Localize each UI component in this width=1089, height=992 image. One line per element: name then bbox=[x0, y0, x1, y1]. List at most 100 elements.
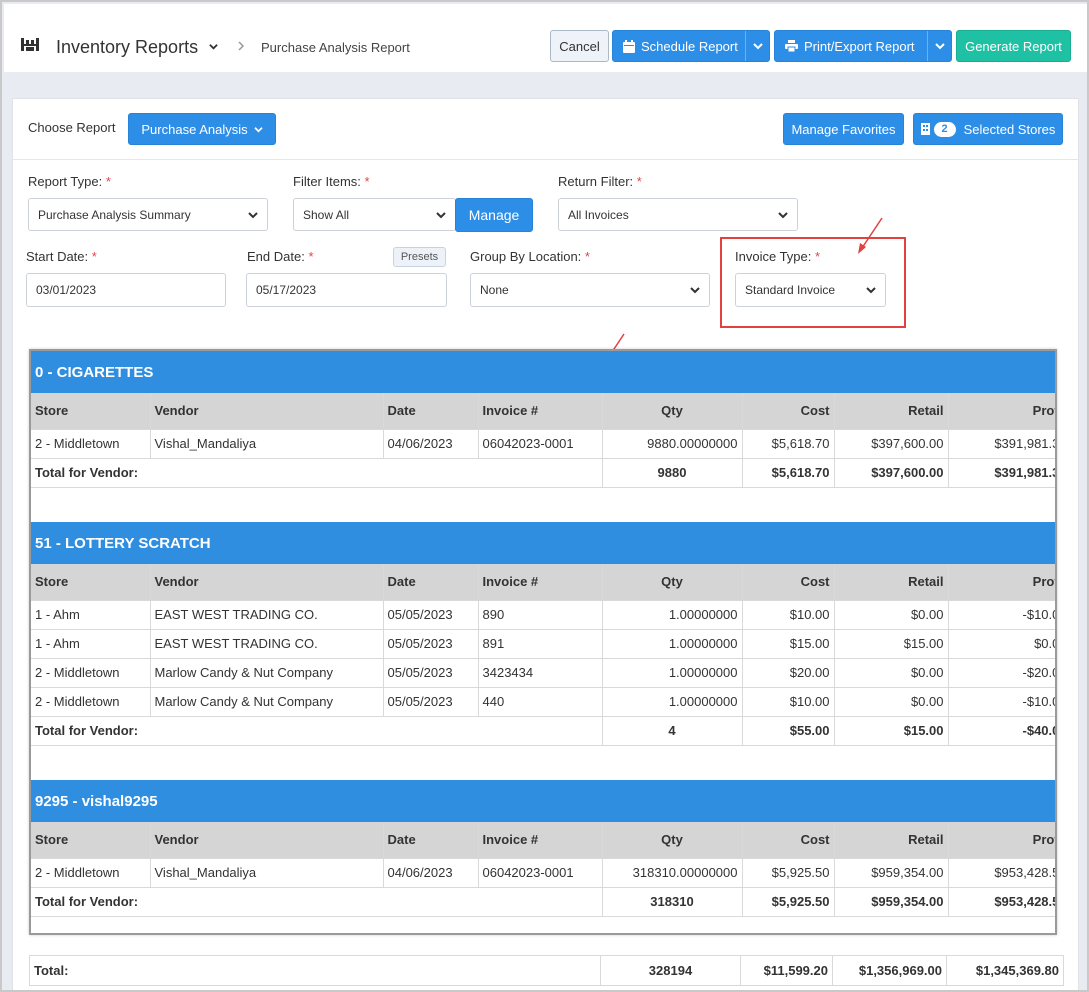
cell-retail: $0.00 bbox=[834, 600, 949, 630]
column-header-qty[interactable]: Qty bbox=[602, 393, 743, 430]
column-header-profit[interactable]: Profit bbox=[948, 564, 1055, 601]
page-title[interactable]: Inventory Reports bbox=[56, 37, 198, 58]
vendor-total-profit: $391,981.30 bbox=[948, 458, 1055, 488]
column-header-profit[interactable]: Profit bbox=[948, 393, 1055, 430]
end-date-input[interactable]: 05/17/2023 bbox=[246, 273, 447, 307]
breadcrumb: Purchase Analysis Report bbox=[261, 40, 410, 55]
divider bbox=[13, 159, 1078, 160]
filter-items-label: Filter Items: * bbox=[293, 174, 370, 189]
chevron-down-icon bbox=[248, 212, 258, 219]
column-header-profit[interactable]: Profit bbox=[948, 822, 1055, 859]
calendar-icon bbox=[623, 39, 635, 53]
group-header: 9295 - vishal9295 bbox=[31, 780, 1055, 822]
stores-count-badge: 2 bbox=[933, 121, 956, 137]
column-header-date[interactable]: Date bbox=[383, 822, 479, 859]
cell-profit: $953,428.50 bbox=[948, 858, 1055, 888]
selected-stores-button[interactable]: 2 Selected Stores bbox=[913, 113, 1063, 145]
column-header-retail[interactable]: Retail bbox=[834, 822, 949, 859]
column-header-retail[interactable]: Retail bbox=[834, 564, 949, 601]
group-title: 0 - CIGARETTES bbox=[31, 351, 1055, 393]
cell-date: 04/06/2023 bbox=[383, 858, 479, 888]
presets-button[interactable]: Presets bbox=[393, 247, 446, 267]
column-header-store[interactable]: Store bbox=[31, 393, 151, 430]
filter-items-select[interactable]: Show All bbox=[293, 198, 456, 231]
column-header-vendor[interactable]: Vendor bbox=[150, 822, 384, 859]
chevron-down-icon bbox=[778, 212, 788, 219]
column-header-cost[interactable]: Cost bbox=[742, 393, 835, 430]
group-by-select[interactable]: None bbox=[470, 273, 710, 307]
grand-total-qty: 328194 bbox=[600, 955, 741, 986]
column-header-invoice[interactable]: Invoice # bbox=[478, 393, 603, 430]
cell-store: 2 - Middletown bbox=[31, 687, 151, 717]
column-header-row: Store Vendor Date Invoice # Qty Cost Retail Pro… bbox=[31, 822, 1055, 859]
table-row: 2 - Middletown Vishal_Mandaliya 04/06/2023… bbox=[31, 858, 1055, 888]
selected-stores-label: Selected Stores bbox=[963, 121, 1056, 137]
cell-date: 05/05/2023 bbox=[383, 658, 479, 688]
cell-qty: 1.00000000 bbox=[602, 600, 743, 630]
start-date-label: Start Date: * bbox=[26, 249, 97, 264]
column-header-row: Store Vendor Date Invoice # Qty Cost Retail Pro… bbox=[31, 564, 1055, 601]
print-export-button[interactable]: Print/Export Report bbox=[774, 30, 952, 62]
start-date-input[interactable]: 03/01/2023 bbox=[26, 273, 226, 307]
group-spacer-cell bbox=[31, 745, 1055, 780]
group-by-label: Group By Location: * bbox=[470, 249, 590, 264]
print-dropdown-toggle[interactable] bbox=[927, 31, 951, 61]
vendor-total-row: Total for Vendor: 318310 $5,925.50 $959,354… bbox=[31, 887, 1055, 917]
vendor-total-cost: $55.00 bbox=[742, 716, 835, 746]
column-header-invoice[interactable]: Invoice # bbox=[478, 564, 603, 601]
report-type-select[interactable]: Purchase Analysis Summary bbox=[28, 198, 268, 231]
chevron-down-icon bbox=[690, 287, 700, 294]
schedule-dropdown-toggle[interactable] bbox=[745, 31, 769, 61]
column-header-vendor[interactable]: Vendor bbox=[150, 393, 384, 430]
cell-vendor: EAST WEST TRADING CO. bbox=[150, 629, 384, 659]
table-row: 2 - Middletown Marlow Candy & Nut Company… bbox=[31, 687, 1055, 717]
column-header-retail[interactable]: Retail bbox=[834, 393, 949, 430]
column-header-store[interactable]: Store bbox=[31, 564, 151, 601]
vendor-total-retail: $397,600.00 bbox=[834, 458, 949, 488]
cell-invoice: 440 bbox=[478, 687, 603, 717]
vendor-total-label: Total for Vendor: bbox=[31, 887, 603, 917]
cell-invoice: 3423434 bbox=[478, 658, 603, 688]
column-header-store[interactable]: Store bbox=[31, 822, 151, 859]
cell-date: 05/05/2023 bbox=[383, 687, 479, 717]
cell-vendor: EAST WEST TRADING CO. bbox=[150, 600, 384, 630]
return-filter-select[interactable]: All Invoices bbox=[558, 198, 798, 231]
column-header-qty[interactable]: Qty bbox=[602, 564, 743, 601]
column-header-vendor[interactable]: Vendor bbox=[150, 564, 384, 601]
table-row: 1 - Ahm EAST WEST TRADING CO. 05/05/2023 89… bbox=[31, 629, 1055, 659]
cell-invoice: 06042023-0001 bbox=[478, 429, 603, 459]
vendor-total-qty: 4 bbox=[602, 716, 743, 746]
chevron-down-icon bbox=[436, 212, 446, 219]
chevron-down-icon bbox=[253, 126, 263, 132]
app-window: Inventory Reports Purchase Analysis Repo… bbox=[0, 0, 1089, 992]
manage-favorites-button[interactable]: Manage Favorites bbox=[783, 113, 904, 145]
vendor-total-row: Total for Vendor: 9880 $5,618.70 $397,600.0… bbox=[31, 458, 1055, 488]
column-header-cost[interactable]: Cost bbox=[742, 564, 835, 601]
vendor-total-cost: $5,618.70 bbox=[742, 458, 835, 488]
end-date-label: End Date: * bbox=[247, 249, 314, 264]
column-header-date[interactable]: Date bbox=[383, 393, 479, 430]
cell-retail: $0.00 bbox=[834, 658, 949, 688]
chevron-down-icon[interactable] bbox=[209, 42, 218, 51]
chevron-down-icon bbox=[752, 43, 763, 50]
column-header-invoice[interactable]: Invoice # bbox=[478, 822, 603, 859]
column-header-date[interactable]: Date bbox=[383, 564, 479, 601]
cell-store: 2 - Middletown bbox=[31, 858, 151, 888]
vendor-total-qty: 318310 bbox=[602, 887, 743, 917]
cell-qty: 1.00000000 bbox=[602, 687, 743, 717]
column-header-cost[interactable]: Cost bbox=[742, 822, 835, 859]
column-header-qty[interactable]: Qty bbox=[602, 822, 743, 859]
manage-button[interactable]: Manage bbox=[455, 198, 533, 232]
cell-store: 1 - Ahm bbox=[31, 600, 151, 630]
cancel-button[interactable]: Cancel bbox=[550, 30, 609, 62]
choose-report-value: Purchase Analysis bbox=[141, 121, 248, 137]
schedule-report-button[interactable]: Schedule Report bbox=[612, 30, 770, 62]
cell-qty: 9880.00000000 bbox=[602, 429, 743, 459]
vendor-total-qty: 9880 bbox=[602, 458, 743, 488]
cell-vendor: Marlow Candy & Nut Company bbox=[150, 687, 384, 717]
print-export-label: Print/Export Report bbox=[804, 38, 915, 54]
choose-report-dropdown[interactable]: Purchase Analysis bbox=[128, 113, 276, 145]
cell-store: 1 - Ahm bbox=[31, 629, 151, 659]
cell-invoice: 891 bbox=[478, 629, 603, 659]
generate-report-button[interactable]: Generate Report bbox=[956, 30, 1071, 62]
